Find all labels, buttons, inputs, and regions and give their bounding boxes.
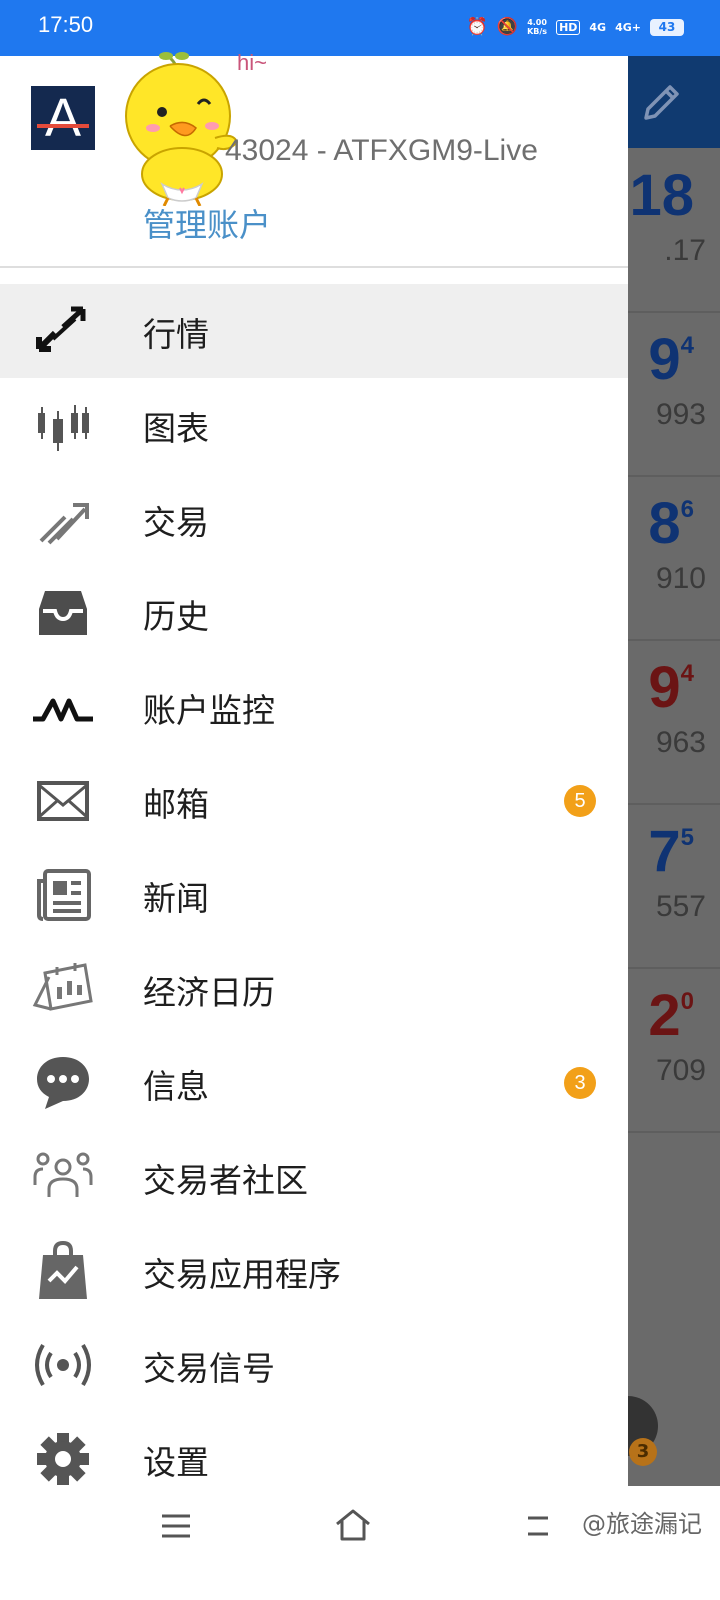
quotes-arrows-icon bbox=[31, 299, 95, 363]
quote-sub-price: 993 bbox=[655, 398, 706, 431]
menu-item-news[interactable]: 新闻 bbox=[0, 848, 628, 942]
news-icon bbox=[31, 863, 95, 927]
menu-item-trade-trend[interactable]: 交易 bbox=[0, 472, 628, 566]
quote-sub-price: 963 bbox=[655, 726, 706, 759]
menu-item-label: 经济日历 bbox=[143, 973, 275, 1012]
header-divider bbox=[0, 266, 628, 268]
notifications-off-icon: 🔕 bbox=[496, 17, 519, 37]
background-quote-row: 94 993 bbox=[628, 312, 720, 477]
signal-4g-icon: 4G bbox=[589, 20, 607, 34]
battery-icon: 43 bbox=[650, 18, 684, 36]
menu-item-mail[interactable]: 邮箱 5 bbox=[0, 754, 628, 848]
unread-badge: 5 bbox=[564, 785, 596, 817]
economic-calendar-icon bbox=[31, 957, 95, 1021]
quote-price: 94 bbox=[648, 655, 694, 720]
quote-price: 86 bbox=[648, 491, 694, 556]
menu-item-app-store-bag[interactable]: 交易应用程序 bbox=[0, 1224, 628, 1318]
background-fab-badge: 3 bbox=[629, 1438, 657, 1466]
menu-item-label: 新闻 bbox=[143, 879, 209, 918]
menu-item-community[interactable]: 交易者社区 bbox=[0, 1130, 628, 1224]
hd-voice-icon: HD bbox=[556, 19, 581, 35]
mail-icon bbox=[31, 769, 95, 833]
menu-item-label: 信息 bbox=[143, 1067, 209, 1106]
menu-item-chat-bubble[interactable]: 信息 3 bbox=[0, 1036, 628, 1130]
menu-item-label: 设置 bbox=[143, 1443, 209, 1482]
quote-sub-price: 910 bbox=[655, 562, 706, 595]
status-bar: 17:50 ⏰ 🔕 4.00 KB/s HD 4G 4G+ 43 bbox=[0, 0, 720, 56]
menu-item-label: 行情 bbox=[143, 315, 209, 354]
background-quotes-list: 18.17 94 993 86 910 94 963 75 557 20 709 3 bbox=[628, 56, 720, 1486]
menu-item-candlestick-chart[interactable]: 图表 bbox=[0, 378, 628, 472]
menu-icon[interactable] bbox=[160, 1512, 192, 1540]
menu-item-label: 账户监控 bbox=[143, 691, 275, 730]
net-speed: 4.00 KB/s bbox=[527, 18, 548, 36]
quote-price: 20 bbox=[648, 983, 694, 1048]
manage-accounts-link[interactable]: 管理账户 bbox=[143, 200, 271, 246]
quote-price: 18 bbox=[629, 163, 694, 228]
app-store-bag-icon bbox=[31, 1239, 95, 1303]
back-icon[interactable] bbox=[524, 1510, 556, 1540]
status-time: 17:50 bbox=[38, 12, 94, 37]
menu-item-economic-calendar[interactable]: 经济日历 bbox=[0, 942, 628, 1036]
menu-item-label: 历史 bbox=[143, 597, 209, 636]
account-monitor-icon bbox=[31, 675, 95, 739]
status-icons: ⏰ 🔕 4.00 KB/s HD 4G 4G+ 43 bbox=[467, 13, 684, 41]
chat-bubble-icon bbox=[31, 1051, 95, 1115]
candlestick-chart-icon bbox=[31, 393, 95, 457]
alarm-icon: ⏰ bbox=[466, 17, 488, 37]
menu-item-quotes-arrows[interactable]: 行情 bbox=[0, 284, 628, 378]
menu-item-account-monitor[interactable]: 账户监控 bbox=[0, 660, 628, 754]
watermark: @旅途漏记 bbox=[582, 1510, 702, 1538]
trade-trend-icon bbox=[31, 487, 95, 551]
community-icon bbox=[31, 1145, 95, 1209]
background-quote-row: 86 910 bbox=[628, 476, 720, 641]
quote-sub-price: .17 bbox=[664, 234, 706, 267]
background-quote-row: 20 709 bbox=[628, 968, 720, 1133]
system-nav-bar: @旅途漏记 bbox=[0, 1486, 720, 1600]
background-quote-row: 94 963 bbox=[628, 640, 720, 805]
signal-4g-plus-icon: 4G+ bbox=[615, 20, 641, 34]
background-quote-row: 18.17 bbox=[628, 148, 720, 313]
quote-price: 75 bbox=[648, 819, 694, 884]
background-toolbar bbox=[628, 56, 720, 148]
home-icon[interactable] bbox=[334, 1508, 372, 1542]
duck-sticker-icon bbox=[125, 52, 239, 206]
account-id: 43024 - ATFXGM9-Live bbox=[225, 134, 538, 167]
quote-sub-price: 557 bbox=[655, 890, 706, 923]
menu-item-history-inbox[interactable]: 历史 bbox=[0, 566, 628, 660]
signal-broadcast-icon bbox=[31, 1333, 95, 1397]
menu-item-label: 交易应用程序 bbox=[143, 1255, 341, 1294]
menu-item-signal-broadcast[interactable]: 交易信号 bbox=[0, 1318, 628, 1412]
menu-item-label: 邮箱 bbox=[143, 785, 209, 824]
menu-item-label: 交易者社区 bbox=[143, 1161, 308, 1200]
quote-price: 94 bbox=[648, 327, 694, 392]
menu-item-label: 交易信号 bbox=[143, 1349, 275, 1388]
edit-pencil-icon bbox=[644, 85, 679, 120]
background-quote-row: 75 557 bbox=[628, 804, 720, 969]
menu-item-label: 交易 bbox=[143, 503, 209, 542]
menu-item-label: 图表 bbox=[143, 409, 209, 448]
settings-gear-icon bbox=[31, 1427, 95, 1491]
quote-sub-price: 709 bbox=[655, 1054, 706, 1087]
broker-logo: A bbox=[31, 86, 95, 150]
navigation-drawer: A hi~ 43024 - ATFXGM9-Live 管理账户 行情 图表 交易 历史… bbox=[0, 50, 628, 1486]
history-inbox-icon bbox=[31, 581, 95, 645]
unread-badge: 3 bbox=[564, 1067, 596, 1099]
